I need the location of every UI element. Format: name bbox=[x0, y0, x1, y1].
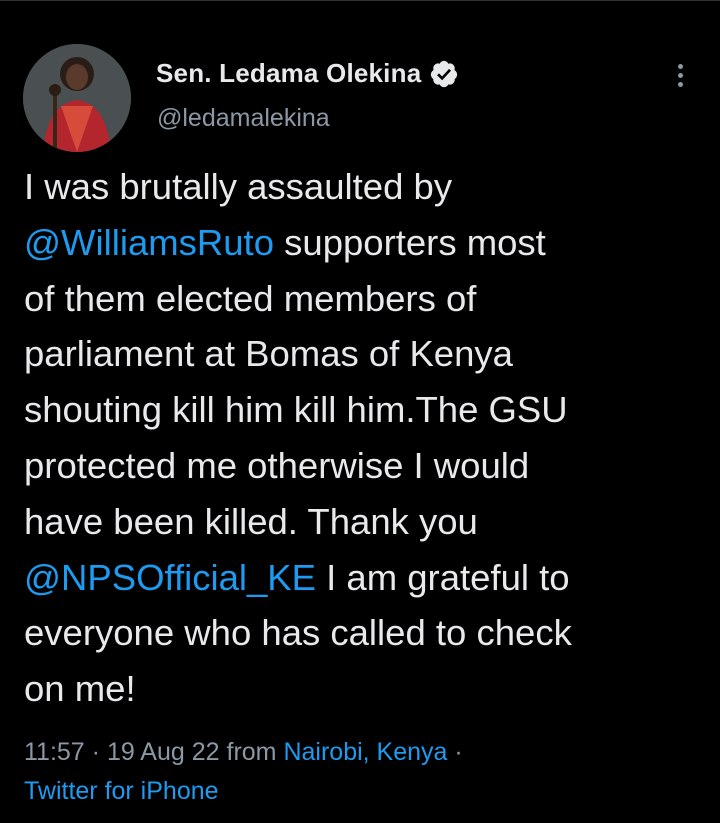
avatar[interactable] bbox=[23, 44, 131, 152]
mention-npsofficial[interactable]: @NPSOfficial_KE bbox=[24, 557, 316, 598]
tweet-line: I am grateful to bbox=[315, 556, 570, 598]
source-link[interactable]: Twitter for iPhone bbox=[24, 777, 219, 805]
tweet-line: parliament at Bomas of Kenya bbox=[24, 333, 513, 375]
tweet-line: shouting kill him kill him.The GSU bbox=[24, 389, 568, 431]
more-vertical-icon[interactable] bbox=[670, 60, 690, 94]
tweet-line: supporters most bbox=[274, 221, 546, 263]
tweet-date[interactable]: 19 Aug 22 bbox=[107, 738, 220, 766]
separator: · bbox=[447, 738, 463, 766]
tweet-line: have been killed. Thank you bbox=[24, 500, 478, 542]
tweet-line: protected me otherwise I would bbox=[24, 444, 530, 486]
tweet-text: I was brutally assaulted by @WilliamsRut… bbox=[24, 159, 704, 717]
tweet-line: of them elected members of bbox=[24, 277, 477, 319]
tweet-meta: 11:57 · 19 Aug 22 from Nairobi, Kenya · T… bbox=[24, 733, 714, 811]
author-name[interactable]: Sen. Ledama Olekina bbox=[156, 58, 421, 89]
mention-williamsruto[interactable]: @WilliamsRuto bbox=[24, 222, 274, 263]
tweet-line: on me! bbox=[24, 668, 136, 710]
from-label: from bbox=[219, 738, 284, 766]
location-link[interactable]: Nairobi, Kenya bbox=[283, 738, 447, 766]
separator: · bbox=[84, 738, 107, 766]
verified-badge-icon bbox=[431, 60, 458, 87]
author-handle[interactable]: @ledamalekina bbox=[157, 104, 330, 133]
tweet-line: I was brutally assaulted by bbox=[24, 166, 453, 207]
top-divider bbox=[0, 0, 720, 1]
tweet-time[interactable]: 11:57 bbox=[24, 738, 85, 766]
tweet-line: everyone who has called to check bbox=[24, 612, 572, 654]
